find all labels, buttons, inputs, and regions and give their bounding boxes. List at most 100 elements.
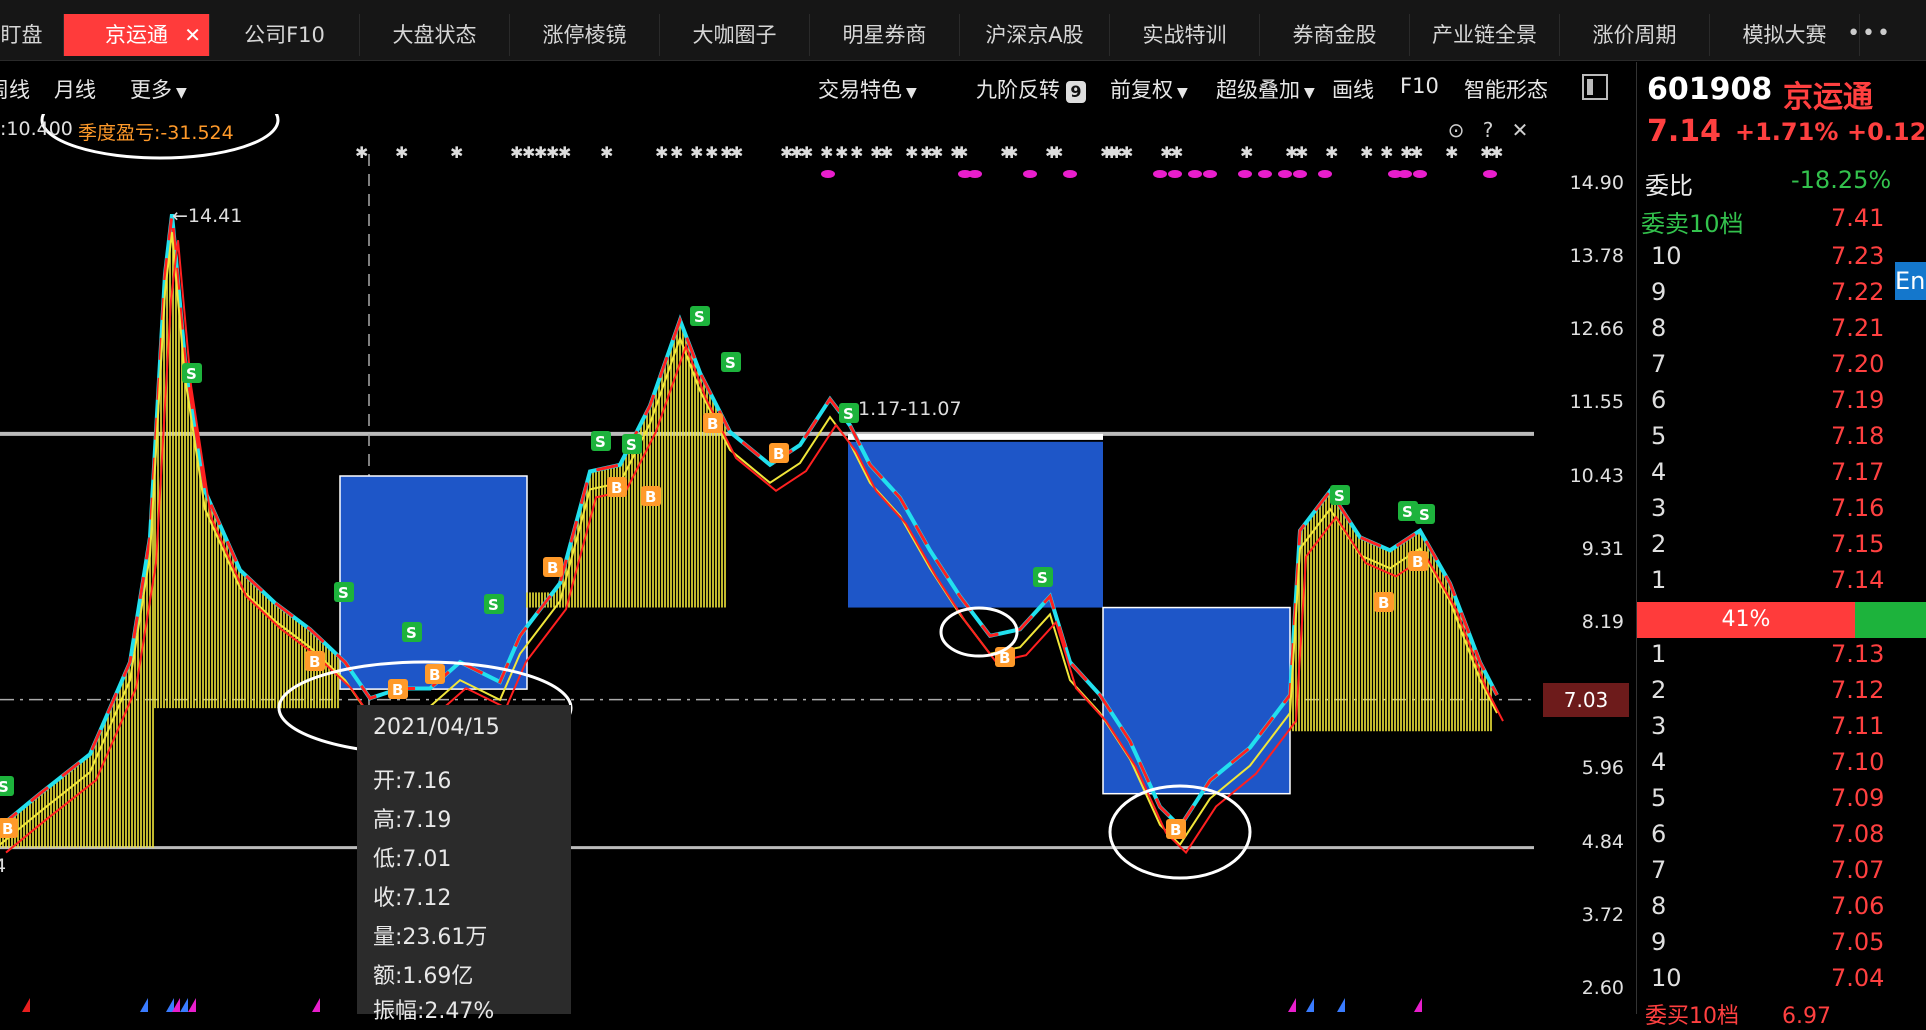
- tooltip-label: 低:: [373, 847, 403, 872]
- tab-broker-gold[interactable]: 券商金股: [1260, 14, 1410, 56]
- tooltip-value: 7.12: [402, 886, 452, 911]
- sell-level-row[interactable]: 5 7.18: [1637, 422, 1926, 458]
- bid-ask-ratio-bar: 41%: [1637, 602, 1926, 638]
- pink-dot: [1168, 170, 1182, 178]
- star-mark: ✱: [1360, 143, 1373, 162]
- svg-text:B: B: [429, 666, 440, 684]
- buy-level-row[interactable]: 8 7.06: [1637, 892, 1926, 928]
- tab-limitup-prism[interactable]: 涨停棱镜: [510, 14, 660, 56]
- sell-level-row[interactable]: 2 7.15: [1637, 530, 1926, 566]
- nine-reversal-button[interactable]: 九阶反转 9: [976, 74, 1086, 104]
- buy-level-row[interactable]: 1 7.13: [1637, 640, 1926, 676]
- tab-label: 公司F10: [244, 23, 325, 47]
- indicator-triangle: [166, 998, 174, 1012]
- settings-icon[interactable]: ⊙: [1444, 118, 1468, 142]
- sell-marker: S: [1330, 485, 1350, 505]
- sell-level-row[interactable]: 7 7.20: [1637, 350, 1926, 386]
- buy-level-row[interactable]: 2 7.12: [1637, 676, 1926, 712]
- sidebar-toggle-icon[interactable]: [1582, 74, 1608, 100]
- tab-industry-chain[interactable]: 产业链全景: [1410, 14, 1560, 56]
- sell-level-row[interactable]: 1 7.14: [1637, 566, 1926, 602]
- buy-marker: B: [1374, 592, 1394, 612]
- kline-chart[interactable]: ✱ ✱ ✱ ✱✱✱✱✱ ✱ ✱ ✱ ✱ ✱ ✱✱ ✱✱✱ ✱ ✱ ✱ ✱✱ ✱ ✱✱ ✱✱ ✱✱ ✱✱ ✱✱✱✱ ✱✱ ✱ ✱…: [0, 114, 1540, 1014]
- svg-text:S: S: [338, 584, 349, 602]
- buy-level-row[interactable]: 5 7.09: [1637, 784, 1926, 820]
- tab-label: 大咖圈子: [692, 23, 777, 47]
- close-icon[interactable]: ✕: [184, 14, 201, 56]
- close-icon[interactable]: ✕: [1508, 118, 1532, 142]
- level-price: 7.15: [1831, 530, 1885, 558]
- more-button[interactable]: 更多 ▼: [130, 74, 187, 104]
- tab-company-f10[interactable]: 公司F10: [210, 14, 360, 56]
- level-price: 7.12: [1831, 676, 1885, 704]
- indicator-triangle: [1414, 998, 1422, 1012]
- sell-ten-header[interactable]: 委卖10档: [1641, 204, 1744, 239]
- star-mark: ✱: [835, 143, 848, 162]
- buy-level-row[interactable]: 4 7.10: [1637, 748, 1926, 784]
- overlay-button[interactable]: 超级叠加 ▼: [1216, 74, 1315, 104]
- sell-level-row[interactable]: 4 7.17: [1637, 458, 1926, 494]
- tooltip-row-high: 高:7.19: [373, 802, 451, 834]
- pink-dot: [1398, 170, 1412, 178]
- buy-level-row[interactable]: 9 7.05: [1637, 928, 1926, 964]
- indicator-triangle: [22, 998, 30, 1012]
- sell-ten-header-value: 7.41: [1831, 204, 1885, 232]
- sell-level-row[interactable]: 3 7.16: [1637, 494, 1926, 530]
- tab-price-cycle[interactable]: 涨价周期: [1560, 14, 1710, 56]
- tab-market-status[interactable]: 大盘状态: [360, 14, 510, 56]
- pink-dot: [968, 170, 982, 178]
- tab-sim-contest[interactable]: 模拟大赛: [1710, 14, 1860, 56]
- fq-button[interactable]: 前复权 ▼: [1110, 74, 1188, 104]
- high-annotation: ←14.41: [172, 205, 242, 227]
- buy-level-row[interactable]: 7 7.07: [1637, 856, 1926, 892]
- month-button[interactable]: 月线: [54, 74, 96, 104]
- level-price: 7.05: [1831, 928, 1885, 956]
- help-icon[interactable]: ?: [1476, 118, 1500, 142]
- tab-training[interactable]: 实战特训: [1110, 14, 1260, 56]
- price-axis: 14.90 13.78 12.66 11.55 10.43 9.31 8.19 …: [1540, 114, 1634, 1014]
- tab-jingyuntong[interactable]: 京运通 ✕: [64, 14, 210, 56]
- buy-level-row[interactable]: 3 7.11: [1637, 712, 1926, 748]
- tooltip-row-volume: 量:23.61万: [373, 919, 487, 951]
- trade-feature-button[interactable]: 交易特色 ▼: [818, 74, 917, 104]
- smart-pattern-button[interactable]: 智能形态: [1464, 74, 1548, 104]
- ma-value: :10.400: [0, 118, 73, 140]
- star-mark: ✱: [1120, 143, 1133, 162]
- tab-star-broker[interactable]: 明星券商: [810, 14, 960, 56]
- buy-level-row[interactable]: 10 7.04: [1637, 964, 1926, 1000]
- tooltip-row-open: 开:7.16: [373, 763, 451, 795]
- svg-text:S: S: [488, 596, 499, 614]
- more-tabs-icon[interactable]: •••: [1847, 14, 1892, 56]
- buy-ten-footer: 委买10档 6.97: [1645, 998, 1831, 1030]
- pink-dot: [1153, 170, 1167, 178]
- level-index: 6: [1651, 820, 1667, 848]
- pink-dot: [1188, 170, 1202, 178]
- svg-text:S: S: [1402, 503, 1413, 521]
- tab-expert-circle[interactable]: 大咖圈子: [660, 14, 810, 56]
- level-index: 1: [1651, 566, 1667, 594]
- tab-label: 券商金股: [1292, 23, 1377, 47]
- tooltip-value: 7.19: [402, 808, 452, 833]
- star-mark: ✱: [905, 143, 918, 162]
- tab-a-shares[interactable]: 沪深京A股: [960, 14, 1110, 56]
- tab-label: 实战特训: [1142, 23, 1227, 47]
- sell-level-row[interactable]: 6 7.19: [1637, 386, 1926, 422]
- level-index: 10: [1651, 964, 1682, 992]
- pink-dot: [1063, 170, 1077, 178]
- sell-level-row[interactable]: 10 7.23: [1637, 242, 1926, 278]
- buy-level-row[interactable]: 6 7.08: [1637, 820, 1926, 856]
- sell-level-row[interactable]: 8 7.21: [1637, 314, 1926, 350]
- sell-marker: S: [591, 431, 611, 451]
- svg-text:B: B: [1378, 594, 1389, 612]
- language-edge-button[interactable]: En: [1895, 262, 1926, 300]
- f10-button[interactable]: F10: [1400, 74, 1439, 98]
- tooltip-label: 量:: [373, 925, 403, 950]
- sell-level-row[interactable]: 9 7.22: [1637, 278, 1926, 314]
- tab-label: 沪深京A股: [985, 23, 1084, 47]
- indicator-triangle: [1288, 998, 1296, 1012]
- tab-watch[interactable]: 盯盘: [0, 14, 64, 56]
- level-index: 5: [1651, 784, 1667, 812]
- week-button[interactable]: 周线: [0, 74, 30, 104]
- draw-line-button[interactable]: 画线: [1332, 74, 1374, 104]
- level-price: 7.11: [1831, 712, 1885, 740]
